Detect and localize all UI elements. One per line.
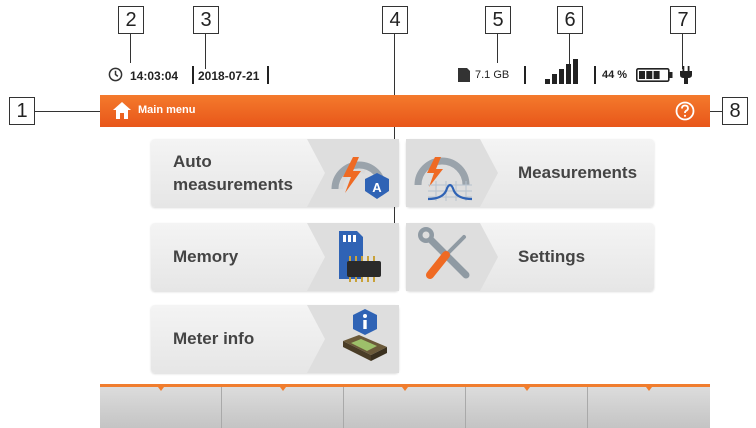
memory-tile[interactable]: Memory	[151, 223, 399, 291]
clock-time: 14:03:04	[130, 69, 179, 83]
function-key-4[interactable]	[466, 387, 588, 428]
measurements-icon	[406, 139, 498, 207]
callout-3: 3	[193, 6, 219, 34]
wrench-screwdriver-icon	[406, 223, 498, 291]
auto-measurements-tile[interactable]: Auto measurements A	[151, 139, 399, 207]
title-bar: Main menu	[100, 95, 710, 127]
leader-line-5	[497, 33, 498, 63]
callout-1: 1	[9, 97, 35, 125]
key-notch-icon	[646, 387, 652, 391]
battery-cell	[639, 71, 645, 79]
leader-line-2	[130, 33, 131, 63]
function-key-1[interactable]	[100, 387, 222, 428]
battery-cell	[646, 71, 653, 79]
power-plug-icon	[680, 66, 692, 84]
tile-label: Auto measurements	[173, 150, 293, 196]
divider	[192, 66, 194, 84]
callout-8: 8	[722, 97, 748, 125]
svg-text:A: A	[372, 180, 382, 195]
tile-label: Meter info	[173, 329, 255, 348]
battery-icon	[636, 68, 673, 82]
tile-label-line: Auto	[173, 152, 212, 171]
tile-label-line: measurements	[173, 175, 294, 194]
callout-6: 6	[557, 6, 583, 34]
settings-tile[interactable]: Settings	[406, 223, 654, 291]
callout-4: 4	[382, 6, 408, 34]
memory-icon	[307, 223, 399, 291]
function-key-5[interactable]	[588, 387, 710, 428]
signal-strength-icon	[545, 59, 578, 84]
key-notch-icon	[280, 387, 286, 391]
storage-free: 7.1 GB	[475, 69, 510, 81]
key-notch-icon	[158, 387, 164, 391]
function-key-3[interactable]	[344, 387, 466, 428]
signal-bar	[552, 74, 557, 84]
clock-icon	[108, 67, 123, 82]
key-notch-icon	[524, 387, 530, 391]
function-key-2[interactable]	[222, 387, 344, 428]
key-notch-icon	[402, 387, 408, 391]
function-keys-bar	[100, 384, 710, 428]
callout-7: 7	[670, 6, 696, 34]
divider	[267, 66, 269, 84]
help-icon[interactable]	[675, 101, 695, 121]
callout-5: 5	[485, 6, 511, 34]
tile-label: Measurements	[518, 163, 638, 182]
sd-card-icon	[458, 68, 470, 82]
callout-2: 2	[118, 6, 144, 34]
signal-bar	[573, 59, 578, 84]
tile-label: Memory	[173, 247, 239, 266]
measurements-tile[interactable]: Measurements	[406, 139, 654, 207]
battery-cell	[653, 71, 660, 79]
meter-info-tile[interactable]: Meter info	[151, 305, 399, 373]
signal-bar	[566, 64, 571, 84]
tile-label: Settings	[518, 247, 586, 266]
meter-info-icon	[307, 305, 399, 373]
date-text: 2018-07-21	[198, 69, 260, 83]
battery-percent: 44 %	[602, 69, 628, 81]
divider	[594, 66, 596, 84]
auto-measurements-icon: A	[307, 139, 399, 207]
home-icon[interactable]	[112, 101, 132, 120]
divider	[524, 66, 526, 84]
page-title: Main menu	[138, 104, 196, 116]
leader-line-1	[35, 111, 100, 112]
signal-bar	[559, 69, 564, 84]
status-bar: 14:03:04 2018-07-21 7.1 GB 44 %	[100, 59, 710, 90]
signal-bar	[545, 79, 550, 84]
